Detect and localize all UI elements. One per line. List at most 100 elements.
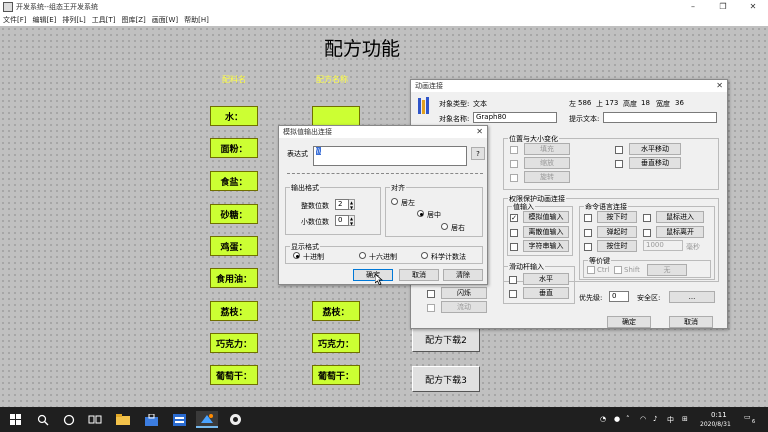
analog-ok-button[interactable]: 确定 xyxy=(353,269,393,281)
clock-date[interactable]: 2020/8/31 xyxy=(700,421,731,428)
ingredient-oil[interactable]: 食用油： xyxy=(210,268,258,288)
recipe-download-2-button[interactable]: 配方下载2 xyxy=(412,326,480,352)
restore-button[interactable]: ❐ xyxy=(708,0,738,14)
analog-input-button[interactable]: 模拟值输入 xyxy=(523,211,569,223)
align-left-radio[interactable] xyxy=(391,198,398,205)
v-move-button[interactable]: 垂直移动 xyxy=(629,157,681,169)
close-button[interactable]: ✕ xyxy=(738,0,768,14)
app-icon-circle[interactable] xyxy=(224,411,246,428)
mouse-in-button[interactable]: 鼠标进入 xyxy=(656,211,704,223)
variable-browse-button[interactable]: ? xyxy=(471,147,485,160)
object-name-field[interactable]: Graph80 xyxy=(473,112,557,123)
ingredient-column-header[interactable]: 配料名 xyxy=(222,74,246,85)
hold-checkbox[interactable] xyxy=(584,243,592,251)
ime-mode-icon[interactable]: ⊞ xyxy=(682,415,688,423)
search-icon[interactable] xyxy=(32,411,54,428)
ingredient-water[interactable]: 水： xyxy=(210,106,258,126)
notification-icon[interactable]: ▭ xyxy=(744,413,751,421)
mouse-out-button[interactable]: 鼠标离开 xyxy=(656,226,704,238)
recipe-lychee[interactable]: 荔枝： xyxy=(312,301,360,321)
decimal-radio[interactable] xyxy=(293,252,300,259)
ime-indicator[interactable]: 中 xyxy=(667,415,674,425)
expression-field[interactable]: \\ xyxy=(313,146,467,166)
animation-ok-button[interactable]: 确定 xyxy=(607,316,651,328)
h-move-checkbox[interactable] xyxy=(615,146,623,154)
flow-button[interactable]: 流动 xyxy=(441,301,487,313)
store-icon[interactable] xyxy=(140,411,162,428)
press-checkbox[interactable] xyxy=(584,214,592,222)
file-explorer-icon[interactable] xyxy=(112,411,134,428)
v-move-checkbox[interactable] xyxy=(615,160,623,168)
recipe-raisin[interactable]: 葡萄干： xyxy=(312,365,360,385)
security-zone-button[interactable]: ... xyxy=(669,291,715,303)
flash-checkbox[interactable] xyxy=(427,290,435,298)
discrete-input-checkbox[interactable] xyxy=(510,229,518,237)
vertical-slider-checkbox[interactable] xyxy=(509,290,517,298)
page-title[interactable]: 配方功能 xyxy=(324,34,400,61)
string-input-checkbox[interactable] xyxy=(510,243,518,251)
ingredient-flour[interactable]: 面粉： xyxy=(210,138,258,158)
horizontal-slider-button[interactable]: 水平 xyxy=(523,273,569,285)
menu-tools[interactable]: 工具[T] xyxy=(92,15,116,25)
tray-app-icon[interactable]: ● xyxy=(614,415,620,423)
fill-checkbox[interactable] xyxy=(510,146,518,154)
menu-file[interactable]: 文件[F] xyxy=(3,15,27,25)
kingview-app-icon[interactable] xyxy=(196,411,218,428)
hold-button[interactable]: 按住时 xyxy=(597,240,637,252)
scientific-radio[interactable] xyxy=(421,252,428,259)
ingredient-salt[interactable]: 食盐： xyxy=(210,171,258,191)
release-button[interactable]: 弹起时 xyxy=(597,226,637,238)
scale-checkbox[interactable] xyxy=(510,160,518,168)
tray-network-icon[interactable]: ◔ xyxy=(600,415,606,423)
menu-help[interactable]: 帮助[H] xyxy=(184,15,209,25)
menu-arrange[interactable]: 排列[L] xyxy=(62,15,85,25)
ingredient-chocolate[interactable]: 巧克力： xyxy=(210,333,258,353)
wifi-icon[interactable]: ◠ xyxy=(640,415,646,423)
mouse-in-checkbox[interactable] xyxy=(643,214,651,222)
priority-field[interactable]: 0 xyxy=(609,291,629,302)
cortana-icon[interactable] xyxy=(58,411,80,428)
align-center-radio[interactable] xyxy=(417,210,424,217)
ingredient-lychee[interactable]: 荔枝： xyxy=(210,301,258,321)
menu-screen[interactable]: 画面[W] xyxy=(152,15,178,25)
fill-button[interactable]: 填充 xyxy=(524,143,570,155)
h-move-button[interactable]: 水平移动 xyxy=(629,143,681,155)
recipe-download-3-button[interactable]: 配方下载3 xyxy=(412,366,480,392)
decimal-digits-spinner[interactable]: ▲ ▼ xyxy=(349,215,355,226)
rotate-checkbox[interactable] xyxy=(510,174,518,182)
clock-time[interactable]: 0:11 xyxy=(711,411,727,419)
integer-digits-spinner[interactable]: ▲ ▼ xyxy=(349,199,355,210)
tip-text-field[interactable] xyxy=(603,112,717,123)
vertical-slider-button[interactable]: 垂直 xyxy=(523,287,569,299)
decimal-digits-field[interactable]: 0 xyxy=(335,215,349,226)
hotkey-none-button[interactable]: 无 xyxy=(647,264,687,276)
close-icon[interactable]: ✕ xyxy=(716,80,723,92)
analog-input-checkbox[interactable]: ✓ xyxy=(510,214,518,222)
integer-digits-field[interactable]: 2 xyxy=(335,199,349,210)
ingredient-sugar[interactable]: 砂糖： xyxy=(210,204,258,224)
align-right-radio[interactable] xyxy=(441,223,448,230)
ctrl-checkbox[interactable] xyxy=(587,266,595,274)
app-icon-blue[interactable] xyxy=(168,411,190,428)
mouse-out-checkbox[interactable] xyxy=(643,229,651,237)
analog-cancel-button[interactable]: 取消 xyxy=(399,269,439,281)
menu-gallery[interactable]: 图库[Z] xyxy=(122,15,146,25)
hex-radio[interactable] xyxy=(359,252,366,259)
flash-button[interactable]: 闪烁 xyxy=(441,287,487,299)
task-view-icon[interactable] xyxy=(84,411,106,428)
menu-edit[interactable]: 编辑[E] xyxy=(33,15,57,25)
press-button[interactable]: 按下时 xyxy=(597,211,637,223)
recipe-column-header[interactable]: 配方名称 xyxy=(316,74,348,85)
close-icon[interactable]: ✕ xyxy=(476,126,483,138)
minimize-button[interactable]: – xyxy=(678,0,708,14)
shift-checkbox[interactable] xyxy=(614,266,622,274)
hold-interval-field[interactable]: 1000 xyxy=(643,240,683,251)
windows-start-icon[interactable] xyxy=(4,411,26,428)
recipe-chocolate[interactable]: 巧克力： xyxy=(312,333,360,353)
volume-icon[interactable]: ♪ xyxy=(653,415,657,423)
rotate-button[interactable]: 旋转 xyxy=(524,171,570,183)
discrete-input-button[interactable]: 离散值输入 xyxy=(523,226,569,238)
analog-clear-button[interactable]: 清除 xyxy=(443,269,483,281)
release-checkbox[interactable] xyxy=(584,229,592,237)
ingredient-raisin[interactable]: 葡萄干： xyxy=(210,365,258,385)
